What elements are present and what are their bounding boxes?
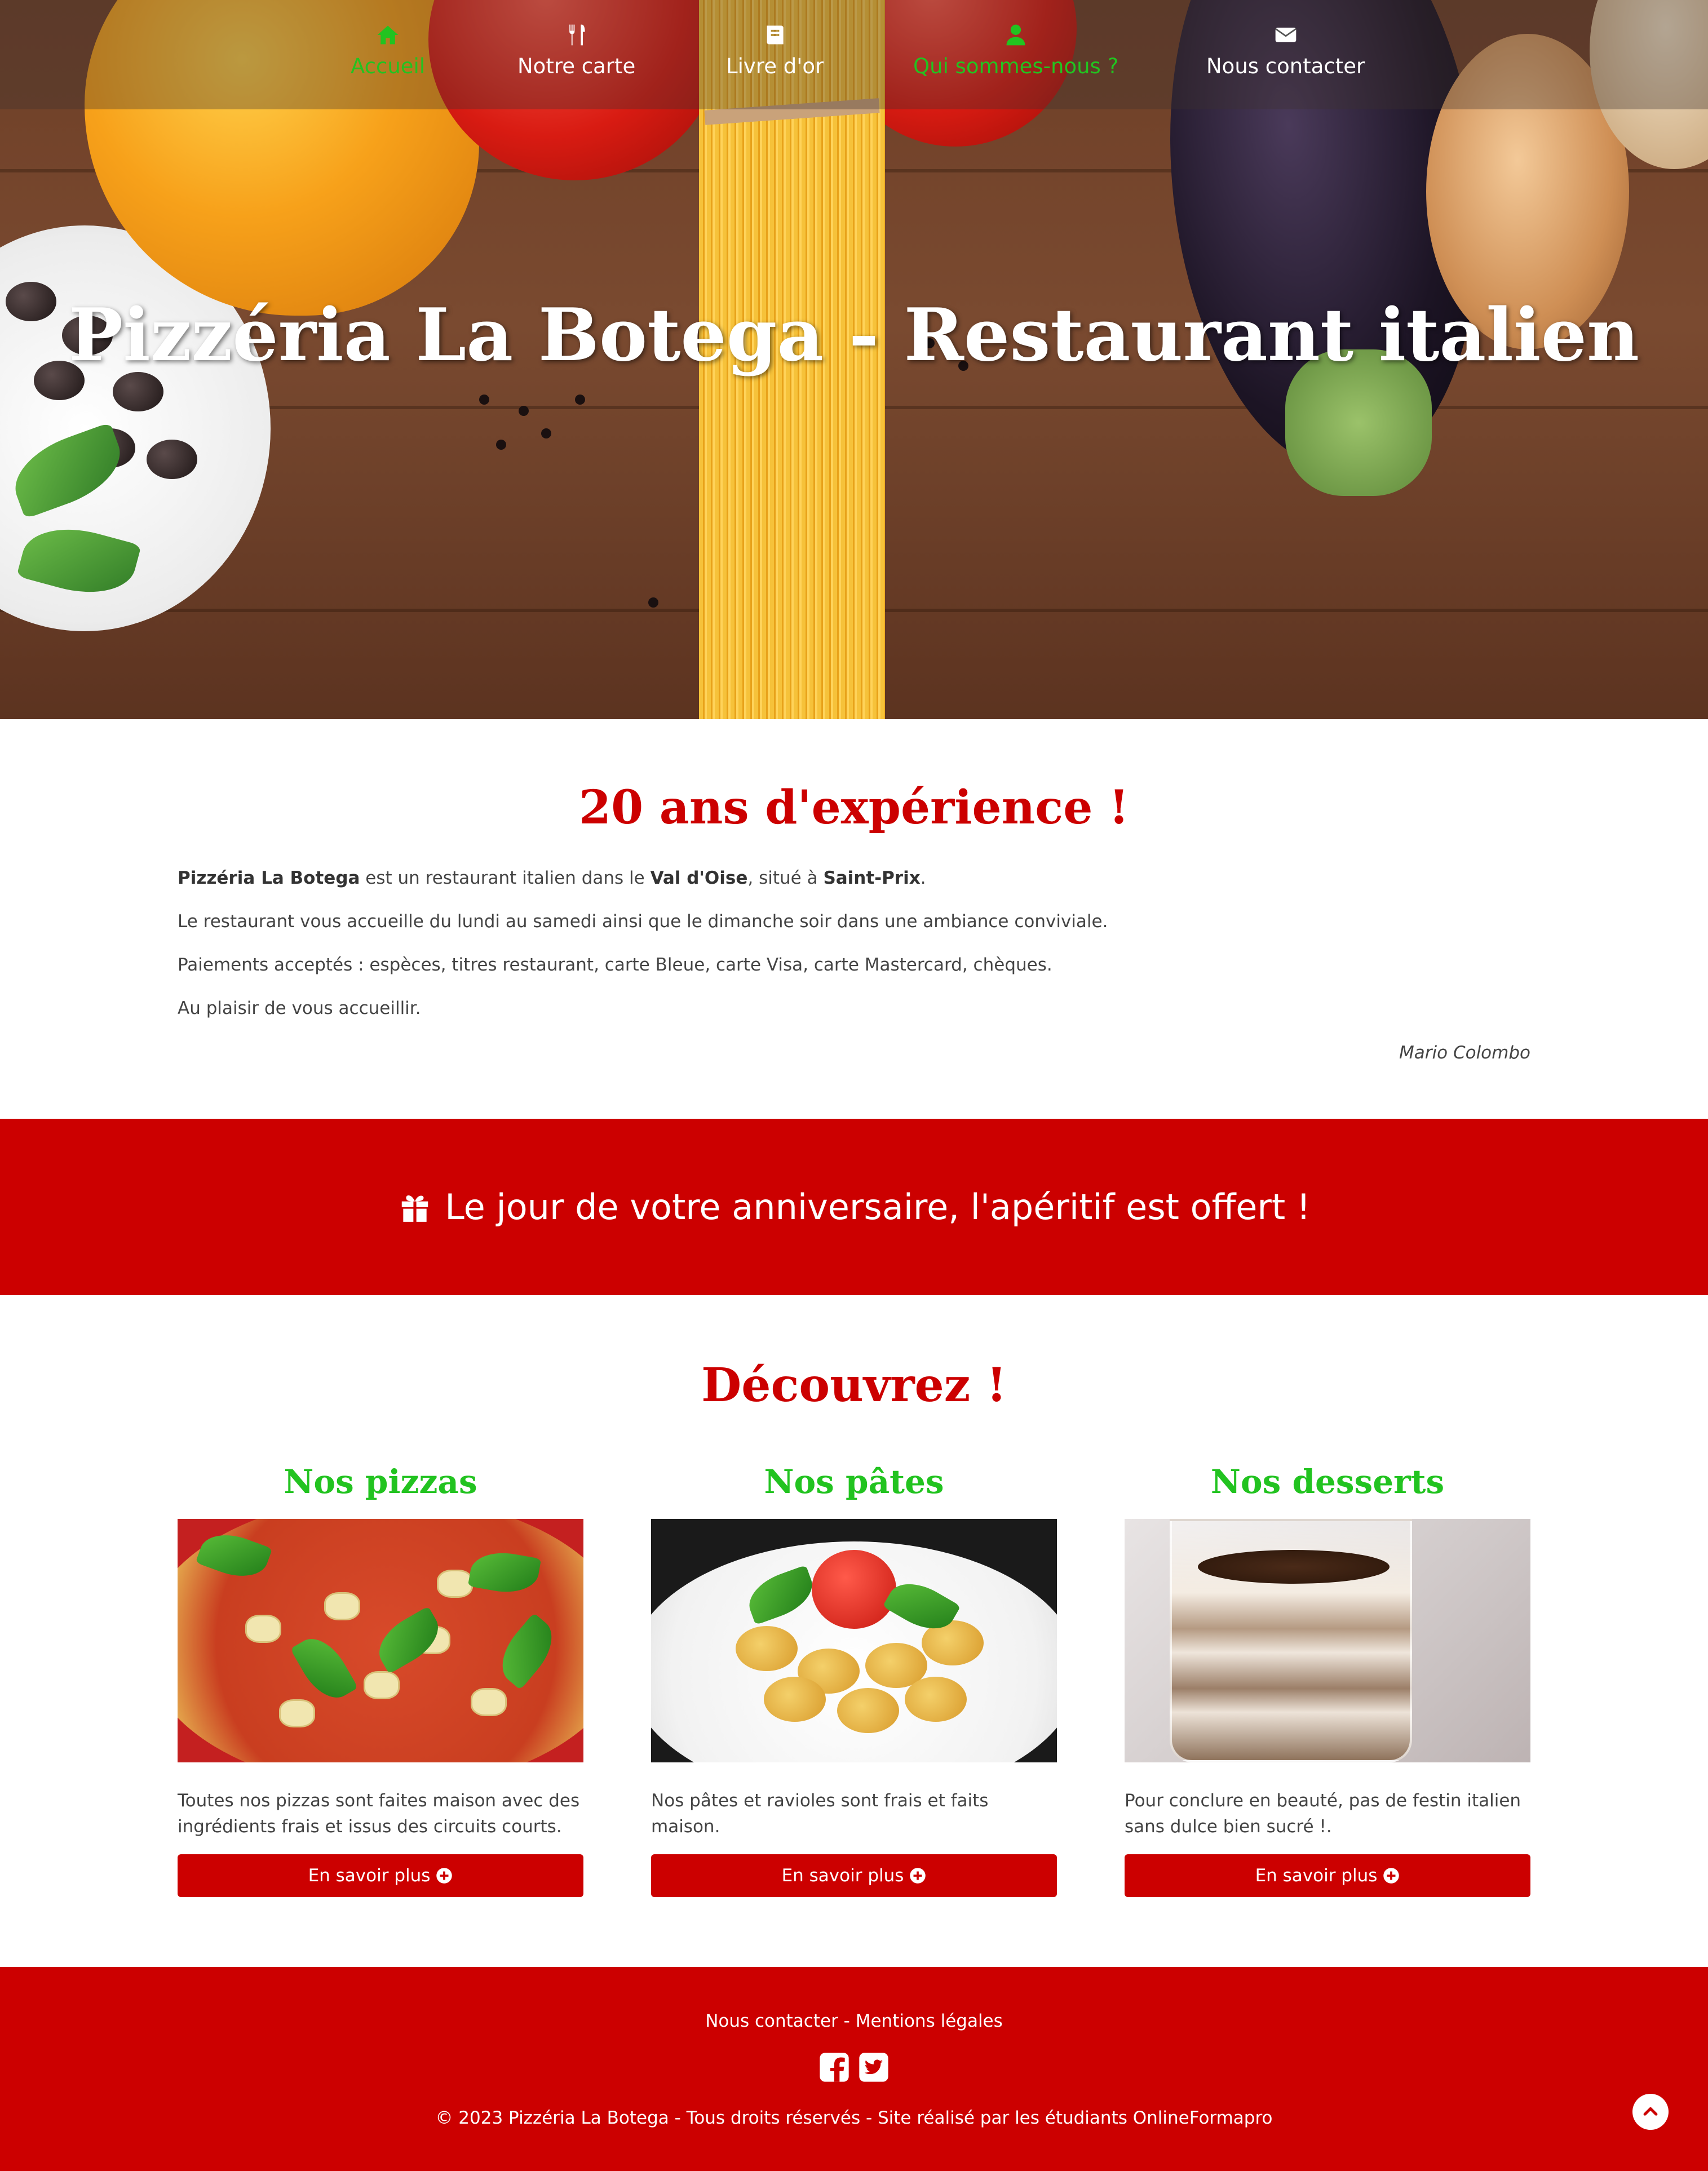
card-text: Pour conclure en beauté, pas de festin i… [1125, 1791, 1521, 1837]
copyright: © 2023 Pizzéria La Botega - Tous droits … [435, 2108, 1273, 2128]
main-nav: Accueil Notre carte Livre d'or Qui somme… [0, 0, 1708, 109]
card-text: Nos pâtes et ravioles sont frais et fait… [651, 1791, 989, 1837]
plus-circle-icon [1383, 1868, 1400, 1884]
facebook-icon[interactable] [818, 2052, 850, 2083]
plus-circle-icon [910, 1868, 926, 1884]
promo-text: Le jour de votre anniversaire, l'apériti… [445, 1186, 1311, 1228]
social-links [818, 2052, 890, 2083]
back-to-top-button[interactable] [1632, 2094, 1669, 2130]
nav-label: Accueil [351, 54, 426, 78]
nav-item-livre-dor[interactable]: Livre d'or [726, 23, 824, 78]
intro-paragraph: Pizzéria La Botega est un restaurant ita… [178, 868, 926, 888]
nav-label: Qui sommes-nous ? [913, 54, 1119, 78]
intro-paragraph: Paiements acceptés : espèces, titres res… [178, 955, 1052, 975]
nav-label: Nous contacter [1206, 54, 1365, 78]
desserts-more-button[interactable]: En savoir plus [1125, 1854, 1530, 1897]
intro-paragraph: Le restaurant vous accueille du lundi au… [178, 911, 1108, 932]
birthday-promo-banner: Le jour de votre anniversaire, l'apériti… [0, 1119, 1708, 1295]
envelope-icon [1275, 28, 1297, 42]
twitter-icon[interactable] [858, 2052, 890, 2083]
pizza-image [178, 1519, 583, 1762]
home-icon [377, 25, 399, 45]
card-text: Toutes nos pizzas sont faites maison ave… [178, 1791, 580, 1837]
nav-item-nous-contacter[interactable]: Nous contacter [1206, 23, 1365, 78]
page-title: Pizzéria La Botega - Restaurant italien [68, 293, 1640, 378]
intro-heading: 20 ans d'expérience ! [579, 781, 1129, 835]
nav-label: Livre d'or [726, 54, 824, 78]
fork-knife-icon [569, 24, 585, 46]
pizzas-card: Nos pizzas Toutes nos pizzas sont faites… [178, 1463, 583, 1897]
footer-links: Nous contacter - Mentions légales [0, 2011, 1708, 2031]
discover-heading: Découvrez ! [701, 1358, 1007, 1412]
card-title: Nos desserts [1210, 1463, 1445, 1501]
card-title: Nos pâtes [764, 1463, 944, 1501]
pasta-image [651, 1519, 1057, 1762]
book-icon [766, 25, 784, 45]
nav-item-notre-carte[interactable]: Notre carte [517, 23, 635, 78]
card-title: Nos pizzas [284, 1463, 477, 1501]
intro-paragraph: Au plaisir de vous accueillir. [178, 998, 421, 1018]
chevron-up-icon [1643, 2107, 1658, 2116]
signature: Mario Colombo [1399, 1043, 1530, 1063]
footer-contact-link[interactable]: Nous contacter [705, 2011, 838, 2031]
pates-more-button[interactable]: En savoir plus [651, 1854, 1057, 1897]
desserts-card: Nos desserts Pour conclure en beauté, pa… [1125, 1463, 1530, 1897]
user-icon [1006, 24, 1025, 46]
nav-item-accueil[interactable]: Accueil [351, 23, 425, 78]
dessert-image [1125, 1519, 1530, 1762]
pates-card: Nos pâtes Nos pâtes et ravioles sont fra… [651, 1463, 1057, 1897]
footer-separator: - [838, 2011, 856, 2031]
footer: Nous contacter - Mentions légales © 2023… [0, 1967, 1708, 2171]
footer-legal-link[interactable]: Mentions légales [856, 2011, 1003, 2031]
pizzas-more-button[interactable]: En savoir plus [178, 1854, 583, 1897]
gift-icon [401, 1195, 428, 1222]
plus-circle-icon [436, 1868, 453, 1884]
nav-label: Notre carte [517, 54, 636, 78]
nav-item-qui-sommes-nous[interactable]: Qui sommes-nous ? [913, 23, 1118, 78]
hero-banner: Accueil Notre carte Livre d'or Qui somme… [0, 0, 1708, 719]
